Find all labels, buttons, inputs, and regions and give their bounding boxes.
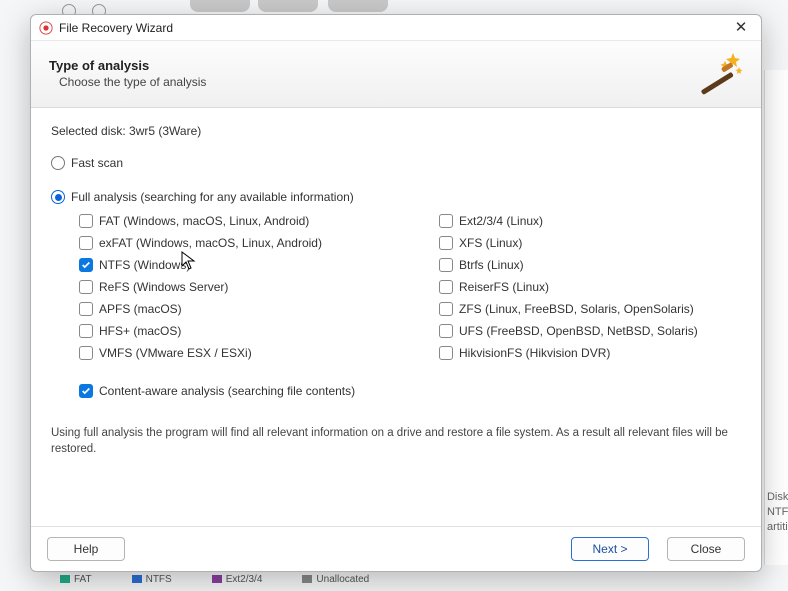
filesystem-grid: FAT (Windows, macOS, Linux, Android) Ext… — [79, 214, 741, 360]
fast-scan-radio[interactable]: Fast scan — [51, 156, 741, 170]
radio-icon — [51, 156, 65, 170]
full-analysis-label: Full analysis (searching for any availab… — [71, 190, 354, 204]
wizard-wand-icon — [695, 51, 743, 95]
wizard-dialog: File Recovery Wizard ✕ Type of analysis … — [30, 14, 762, 572]
dialog-titlebar: File Recovery Wizard ✕ — [31, 15, 761, 41]
radio-icon — [51, 190, 65, 204]
close-icon[interactable]: ✕ — [729, 21, 753, 35]
checkbox-ext[interactable]: Ext2/3/4 (Linux) — [439, 214, 749, 228]
checkbox-hfsplus[interactable]: HFS+ (macOS) — [79, 324, 419, 338]
help-button[interactable]: Help — [47, 537, 125, 561]
checkbox-vmfs[interactable]: VMFS (VMware ESX / ESXi) — [79, 346, 419, 360]
checkbox-xfs[interactable]: XFS (Linux) — [439, 236, 749, 250]
checkbox-hikvisionfs[interactable]: HikvisionFS (Hikvision DVR) — [439, 346, 749, 360]
close-button[interactable]: Close — [667, 537, 745, 561]
bg-drive-icon — [190, 0, 250, 12]
fast-scan-label: Fast scan — [71, 156, 123, 170]
analysis-description: Using full analysis the program will fin… — [51, 426, 741, 457]
checkbox-ntfs[interactable]: NTFS (Windows) — [79, 258, 419, 272]
checkbox-btrfs[interactable]: Btrfs (Linux) — [439, 258, 749, 272]
full-analysis-radio[interactable]: Full analysis (searching for any availab… — [51, 190, 741, 204]
dialog-body: Selected disk: 3wr5 (3Ware) Fast scan Fu… — [31, 108, 761, 526]
bg-drive-icon — [328, 0, 388, 12]
app-icon — [39, 21, 53, 35]
dialog-title: File Recovery Wizard — [59, 21, 729, 35]
content-aware-label: Content-aware analysis (searching file c… — [99, 384, 355, 398]
header-heading: Type of analysis — [49, 58, 695, 73]
checkbox-refs[interactable]: ReFS (Windows Server) — [79, 280, 419, 294]
bg-drive-icon — [258, 0, 318, 12]
bg-legend: FAT NTFS Ext2/3/4 Unallocated — [60, 574, 369, 585]
checkbox-content-aware[interactable]: Content-aware analysis (searching file c… — [79, 384, 741, 398]
bg-right-labels: Disk NTFS artition — [767, 490, 788, 535]
checkbox-exfat[interactable]: exFAT (Windows, macOS, Linux, Android) — [79, 236, 419, 250]
checkbox-reiserfs[interactable]: ReiserFS (Linux) — [439, 280, 749, 294]
header-subtitle: Choose the type of analysis — [59, 75, 695, 89]
checkbox-ufs[interactable]: UFS (FreeBSD, OpenBSD, NetBSD, Solaris) — [439, 324, 749, 338]
dialog-footer: Help Next > Close — [31, 526, 761, 571]
checkbox-apfs[interactable]: APFS (macOS) — [79, 302, 419, 316]
checkbox-fat[interactable]: FAT (Windows, macOS, Linux, Android) — [79, 214, 419, 228]
selected-disk-label: Selected disk: 3wr5 (3Ware) — [51, 124, 741, 138]
checkbox-zfs[interactable]: ZFS (Linux, FreeBSD, Solaris, OpenSolari… — [439, 302, 749, 316]
next-button[interactable]: Next > — [571, 537, 649, 561]
dialog-header: Type of analysis Choose the type of anal… — [31, 41, 761, 108]
